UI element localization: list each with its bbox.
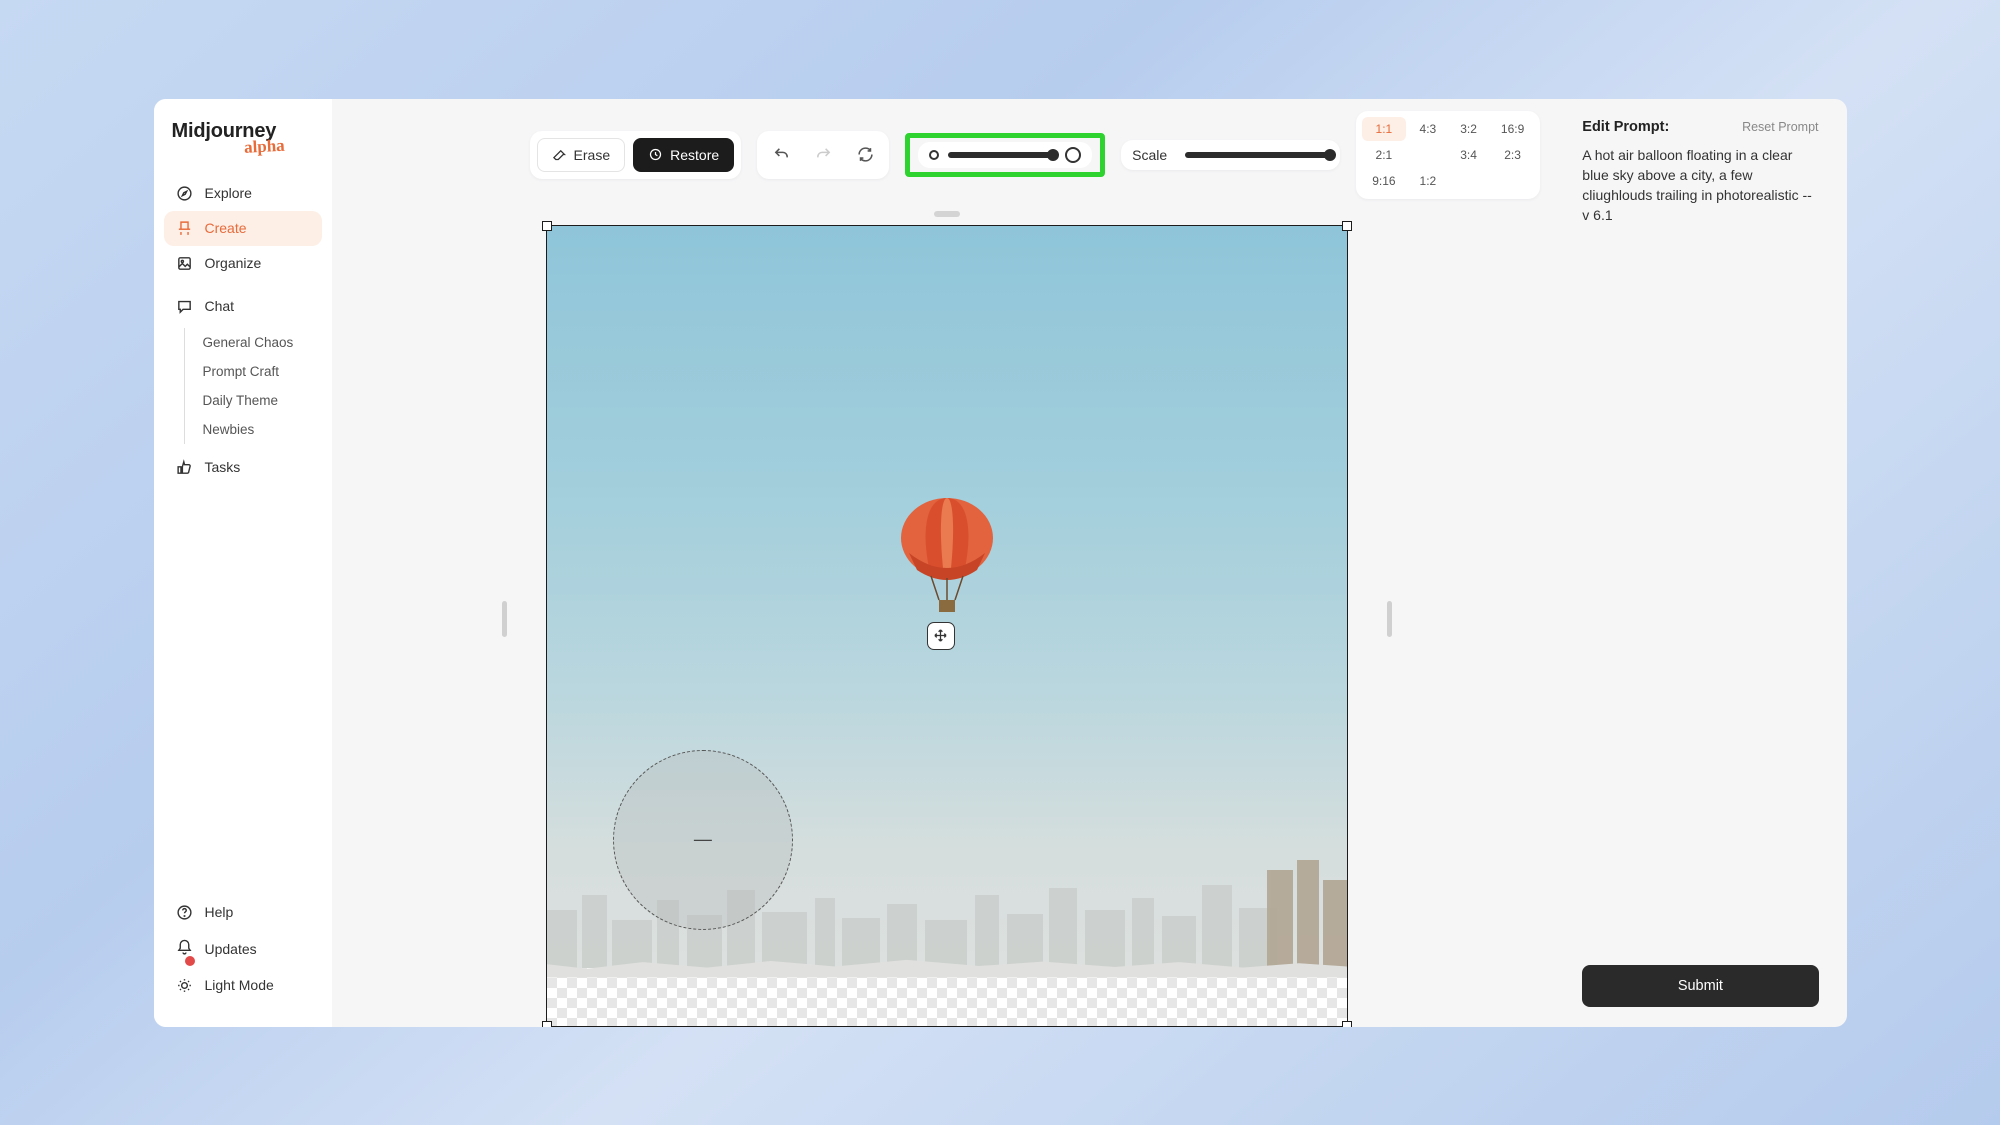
hot-air-balloon <box>899 498 995 628</box>
logo: Midjourney alpha <box>154 121 332 168</box>
erased-region <box>547 968 1347 1026</box>
restore-icon <box>648 147 663 162</box>
eraser-icon <box>552 147 567 162</box>
ratio-option[interactable]: 9:16 <box>1362 169 1405 193</box>
nav-label: Updates <box>205 941 257 957</box>
scale-group: Scale <box>1121 140 1340 170</box>
reset-prompt-link[interactable]: Reset Prompt <box>1742 120 1818 134</box>
resize-handle-tl[interactable] <box>542 221 552 231</box>
erase-button[interactable]: Erase <box>537 138 626 172</box>
ratio-option[interactable]: 2:1 <box>1362 143 1405 167</box>
resize-handle-tr[interactable] <box>1342 221 1352 231</box>
ratio-option[interactable]: 3:2 <box>1450 117 1487 141</box>
right-panel: Edit Prompt: Reset Prompt A hot air ball… <box>1562 99 1846 1027</box>
generated-image: — <box>547 226 1347 1026</box>
sidebar-item-updates[interactable]: Updates <box>164 930 322 968</box>
undo-button[interactable] <box>764 138 798 172</box>
chat-room[interactable]: General Chaos <box>199 328 322 357</box>
move-icon <box>933 628 948 643</box>
chat-room[interactable]: Prompt Craft <box>199 357 322 386</box>
submit-button[interactable]: Submit <box>1582 965 1818 1007</box>
small-circle-icon <box>928 149 940 161</box>
ratio-option[interactable]: 2:3 <box>1491 143 1534 167</box>
nav-label: Chat <box>205 298 235 314</box>
nav-label: Tasks <box>205 459 241 475</box>
button-label: Restore <box>670 147 719 163</box>
refresh-icon <box>857 146 874 163</box>
image-canvas[interactable]: — <box>546 225 1348 1027</box>
canvas-area: — <box>332 211 1563 1027</box>
mode-group: Erase Restore <box>530 131 742 179</box>
scale-label: Scale <box>1132 147 1167 163</box>
brush-size-slider[interactable] <box>948 152 1056 158</box>
sidebar-item-create[interactable]: Create <box>164 211 322 246</box>
sidebar-item-organize[interactable]: Organize <box>164 246 322 281</box>
ratio-option[interactable]: 4:3 <box>1410 117 1447 141</box>
drag-pill[interactable] <box>934 211 960 217</box>
aspect-ratio-grid: 1:1 4:3 3:2 16:9 2:1 3:4 2:3 9:16 1:2 <box>1356 111 1540 199</box>
sidebar-item-explore[interactable]: Explore <box>164 176 322 211</box>
redo-button[interactable] <box>806 138 840 172</box>
help-icon <box>176 904 193 921</box>
image-icon <box>176 255 193 272</box>
ratio-option[interactable]: 3:4 <box>1450 143 1487 167</box>
resize-handle-bl[interactable] <box>542 1021 552 1027</box>
thumbs-up-icon <box>176 459 193 476</box>
nav-label: Light Mode <box>205 977 274 993</box>
ratio-option[interactable]: 1:2 <box>1410 169 1447 193</box>
resize-handle-br[interactable] <box>1342 1021 1352 1027</box>
brush-size-highlight <box>905 133 1105 177</box>
chat-rooms: General Chaos Prompt Craft Daily Theme N… <box>184 328 322 444</box>
button-label: Erase <box>574 147 611 163</box>
history-group <box>757 131 889 179</box>
compass-icon <box>176 185 193 202</box>
prompt-text[interactable]: A hot air balloon floating in a clear bl… <box>1582 145 1818 226</box>
notification-badge <box>185 956 195 966</box>
prompt-header: Edit Prompt: Reset Prompt <box>1582 119 1818 135</box>
redo-icon <box>815 146 832 163</box>
chat-room[interactable]: Daily Theme <box>199 386 322 415</box>
center-button[interactable] <box>927 622 955 650</box>
ratio-option[interactable]: 16:9 <box>1491 117 1534 141</box>
left-side-handle[interactable] <box>502 601 507 637</box>
right-side-handle[interactable] <box>1387 601 1392 637</box>
brush-cursor: — <box>613 750 793 930</box>
sidebar-item-help[interactable]: Help <box>164 895 322 930</box>
sun-icon <box>176 977 193 994</box>
undo-icon <box>773 146 790 163</box>
chat-icon <box>176 298 193 315</box>
restore-button[interactable]: Restore <box>633 138 734 172</box>
nav-label: Organize <box>205 255 262 271</box>
panel-title: Edit Prompt: <box>1582 119 1669 135</box>
brush-icon <box>176 220 193 237</box>
logo-subtext: alpha <box>243 135 314 156</box>
reset-button[interactable] <box>848 138 882 172</box>
footer-nav: Help Updates Light Mode <box>154 895 332 1003</box>
chat-room[interactable]: Newbies <box>199 415 322 444</box>
app-window: Midjourney alpha Explore Create Organize… <box>154 99 1847 1027</box>
scale-slider[interactable] <box>1185 152 1333 158</box>
sidebar-item-light-mode[interactable]: Light Mode <box>164 968 322 1003</box>
bell-icon <box>176 939 193 956</box>
primary-nav: Explore Create Organize Chat General Cha… <box>154 168 332 485</box>
sidebar-item-tasks[interactable]: Tasks <box>164 450 322 485</box>
toolbar: Erase Restore <box>332 99 1563 211</box>
main-area: Erase Restore <box>332 99 1563 1027</box>
brush-size-group <box>918 142 1092 168</box>
nav-label: Explore <box>205 185 252 201</box>
large-circle-icon <box>1064 146 1082 164</box>
ratio-option[interactable]: 1:1 <box>1362 117 1405 141</box>
nav-label: Create <box>205 220 247 236</box>
sidebar-item-chat[interactable]: Chat <box>164 289 322 324</box>
sidebar: Midjourney alpha Explore Create Organize… <box>154 99 332 1027</box>
nav-label: Help <box>205 904 234 920</box>
